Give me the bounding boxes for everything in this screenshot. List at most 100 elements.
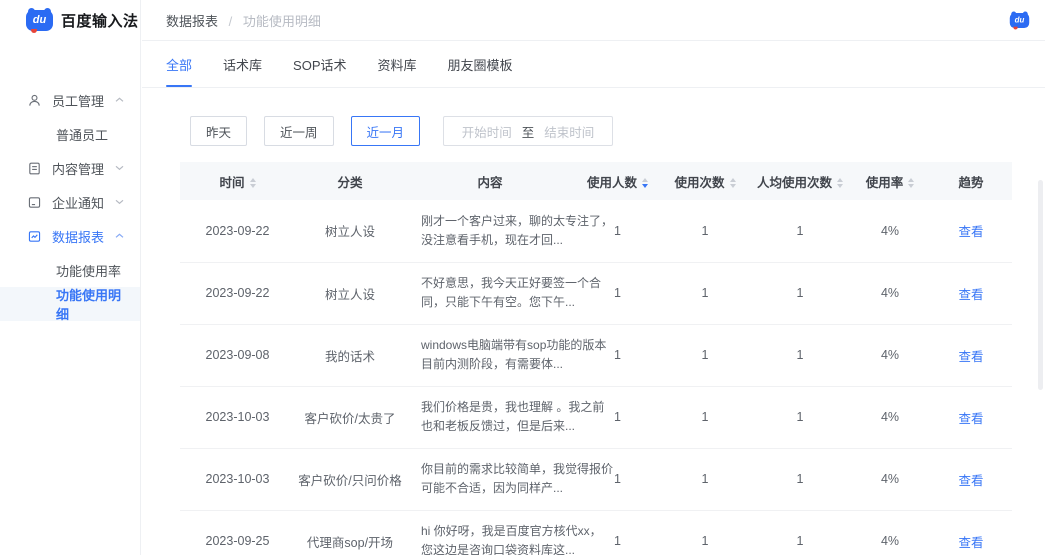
header-logo-icon[interactable]: du bbox=[1010, 12, 1029, 27]
main-area: 数据报表 / 功能使用明细 du 全部话术库SOP话术资料库朋友圈模板 昨天近一… bbox=[142, 0, 1045, 555]
column-header-rate[interactable]: 使用率 bbox=[850, 162, 930, 200]
scrollbar-thumb[interactable] bbox=[1038, 180, 1043, 390]
view-trend-link[interactable]: 查看 bbox=[958, 225, 983, 239]
cell-content: windows电脑端带有sop功能的版本目前内测阶段，有需要体... bbox=[405, 324, 575, 386]
filter-bar: 昨天近一周近一月 开始时间 至 结束时间 bbox=[190, 116, 1012, 146]
chevron-up-icon bbox=[115, 97, 124, 103]
quick-filter-button[interactable]: 近一周 bbox=[264, 116, 334, 146]
column-label: 时间 bbox=[219, 176, 244, 190]
sidebar-item-data-report[interactable]: 数据报表 bbox=[0, 219, 140, 253]
cell-trend: 查看 bbox=[930, 200, 1012, 262]
view-trend-link[interactable]: 查看 bbox=[958, 412, 983, 426]
cell-trend: 查看 bbox=[930, 510, 1012, 555]
cell-times: 1 bbox=[660, 200, 750, 262]
cell-time: 2023-09-22 bbox=[180, 200, 295, 262]
app-name: 百度输入法 bbox=[61, 10, 139, 31]
cell-times: 1 bbox=[660, 510, 750, 555]
sidebar-item-label: 普通员工 bbox=[56, 125, 108, 144]
chevron-down-icon bbox=[115, 165, 124, 171]
cell-category: 客户砍价/太贵了 bbox=[295, 386, 405, 448]
breadcrumb: 数据报表 / 功能使用明细 bbox=[166, 11, 321, 30]
cell-time: 2023-09-08 bbox=[180, 324, 295, 386]
tab-label: 话术库 bbox=[223, 55, 262, 74]
cell-avg: 1 bbox=[750, 324, 850, 386]
sidebar: du 百度输入法 员工管理 普通员工 内容管理 企业通知 bbox=[0, 0, 141, 555]
tab[interactable]: 话术库 bbox=[223, 41, 262, 87]
sidebar-item-label: 功能使用明细 bbox=[56, 285, 124, 323]
end-date-placeholder: 结束时间 bbox=[544, 122, 594, 141]
logo-text: du bbox=[1015, 16, 1025, 24]
chevron-down-icon bbox=[115, 199, 124, 205]
cell-rate: 4% bbox=[850, 262, 930, 324]
baidu-ime-logo-icon: du bbox=[26, 10, 53, 31]
content-area: 昨天近一周近一月 开始时间 至 结束时间 时间 bbox=[142, 88, 1045, 555]
view-trend-link[interactable]: 查看 bbox=[958, 350, 983, 364]
sidebar-item-label: 员工管理 bbox=[52, 91, 104, 110]
tab-bar: 全部 话术库 SOP话术 资料库 朋友圈模板 bbox=[142, 41, 1045, 88]
sidebar-item-staff-management[interactable]: 员工管理 bbox=[0, 83, 140, 117]
view-trend-link[interactable]: 查看 bbox=[958, 536, 983, 550]
column-header-times[interactable]: 使用次数 bbox=[660, 162, 750, 200]
sort-icon bbox=[250, 178, 256, 188]
column-label: 使用率 bbox=[866, 176, 904, 190]
sidebar-item-usage-detail[interactable]: 功能使用明细 bbox=[0, 287, 140, 321]
quick-filter-button[interactable]: 近一月 bbox=[351, 116, 421, 146]
cell-avg: 1 bbox=[750, 386, 850, 448]
cell-content: 刚才一个客户过来，聊的太专注了，没注意看手机，现在才回... bbox=[405, 200, 575, 262]
view-trend-link[interactable]: 查看 bbox=[958, 288, 983, 302]
sidebar-item-usage-rate[interactable]: 功能使用率 bbox=[0, 253, 140, 287]
cell-time: 2023-09-25 bbox=[180, 510, 295, 555]
page-header: 数据报表 / 功能使用明细 du bbox=[142, 0, 1045, 41]
table-row: 2023-10-03 客户砍价/太贵了 我们价格是贵，我也理解 。我之前也和老板… bbox=[180, 386, 1012, 448]
cell-avg: 1 bbox=[750, 510, 850, 555]
sidebar-item-enterprise-notice[interactable]: 企业通知 bbox=[0, 185, 140, 219]
tab-label: 朋友圈模板 bbox=[448, 55, 513, 74]
cell-rate: 4% bbox=[850, 200, 930, 262]
column-header-users[interactable]: 使用人数 bbox=[575, 162, 660, 200]
breadcrumb-separator: / bbox=[229, 14, 233, 29]
cell-rate: 4% bbox=[850, 510, 930, 555]
column-label: 使用次数 bbox=[674, 176, 724, 190]
report-icon bbox=[27, 229, 42, 244]
cell-category: 树立人设 bbox=[295, 262, 405, 324]
cell-content: hi 你好呀，我是百度官方核代xx，您这边是咨询口袋资料库这... bbox=[405, 510, 575, 555]
cell-users: 1 bbox=[575, 200, 660, 262]
table-row: 2023-09-22 树立人设 不好意思，我今天正好要签一个合同，只能下午有空。… bbox=[180, 262, 1012, 324]
cell-category: 树立人设 bbox=[295, 200, 405, 262]
cell-trend: 查看 bbox=[930, 448, 1012, 510]
tab[interactable]: 资料库 bbox=[378, 41, 417, 87]
tab-label: 全部 bbox=[166, 55, 192, 74]
chevron-up-icon bbox=[115, 233, 124, 239]
table-row: 2023-09-25 代理商sop/开场 hi 你好呀，我是百度官方核代xx，您… bbox=[180, 510, 1012, 555]
date-range-picker[interactable]: 开始时间 至 结束时间 bbox=[443, 116, 613, 146]
date-range-separator: 至 bbox=[522, 122, 535, 141]
cell-time: 2023-10-03 bbox=[180, 386, 295, 448]
tab-label: 资料库 bbox=[378, 55, 417, 74]
sidebar-item-content-management[interactable]: 内容管理 bbox=[0, 151, 140, 185]
sort-icon bbox=[908, 178, 914, 188]
column-header-content: 内容 bbox=[405, 162, 575, 200]
tab[interactable]: 全部 bbox=[166, 41, 192, 87]
tab[interactable]: 朋友圈模板 bbox=[448, 41, 513, 87]
cell-avg: 1 bbox=[750, 448, 850, 510]
quick-filter-button[interactable]: 昨天 bbox=[190, 116, 247, 146]
tab[interactable]: SOP话术 bbox=[293, 41, 346, 87]
cell-content: 你目前的需求比较简单，我觉得报价可能不合适，因为同样产... bbox=[405, 448, 575, 510]
column-header-time[interactable]: 时间 bbox=[180, 162, 295, 200]
cell-time: 2023-10-03 bbox=[180, 448, 295, 510]
column-label: 趋势 bbox=[958, 176, 983, 190]
sort-icon bbox=[730, 178, 736, 188]
table-header-row: 时间 分类 内容 使用人数 使用次数 人均使用次数 bbox=[180, 162, 1012, 200]
sidebar-nav: 员工管理 普通员工 内容管理 企业通知 数据报表 功能 bbox=[0, 41, 140, 321]
cell-rate: 4% bbox=[850, 386, 930, 448]
view-trend-link[interactable]: 查看 bbox=[958, 474, 983, 488]
column-header-avg[interactable]: 人均使用次数 bbox=[750, 162, 850, 200]
sort-desc-icon bbox=[642, 178, 648, 188]
column-header-category: 分类 bbox=[295, 162, 405, 200]
cell-trend: 查看 bbox=[930, 262, 1012, 324]
table-row: 2023-10-03 客户砍价/只问价格 你目前的需求比较简单，我觉得报价可能不… bbox=[180, 448, 1012, 510]
breadcrumb-section[interactable]: 数据报表 bbox=[166, 14, 218, 29]
cell-category: 我的话术 bbox=[295, 324, 405, 386]
sidebar-item-regular-staff[interactable]: 普通员工 bbox=[0, 117, 140, 151]
usage-detail-table: 时间 分类 内容 使用人数 使用次数 人均使用次数 bbox=[180, 162, 1012, 555]
